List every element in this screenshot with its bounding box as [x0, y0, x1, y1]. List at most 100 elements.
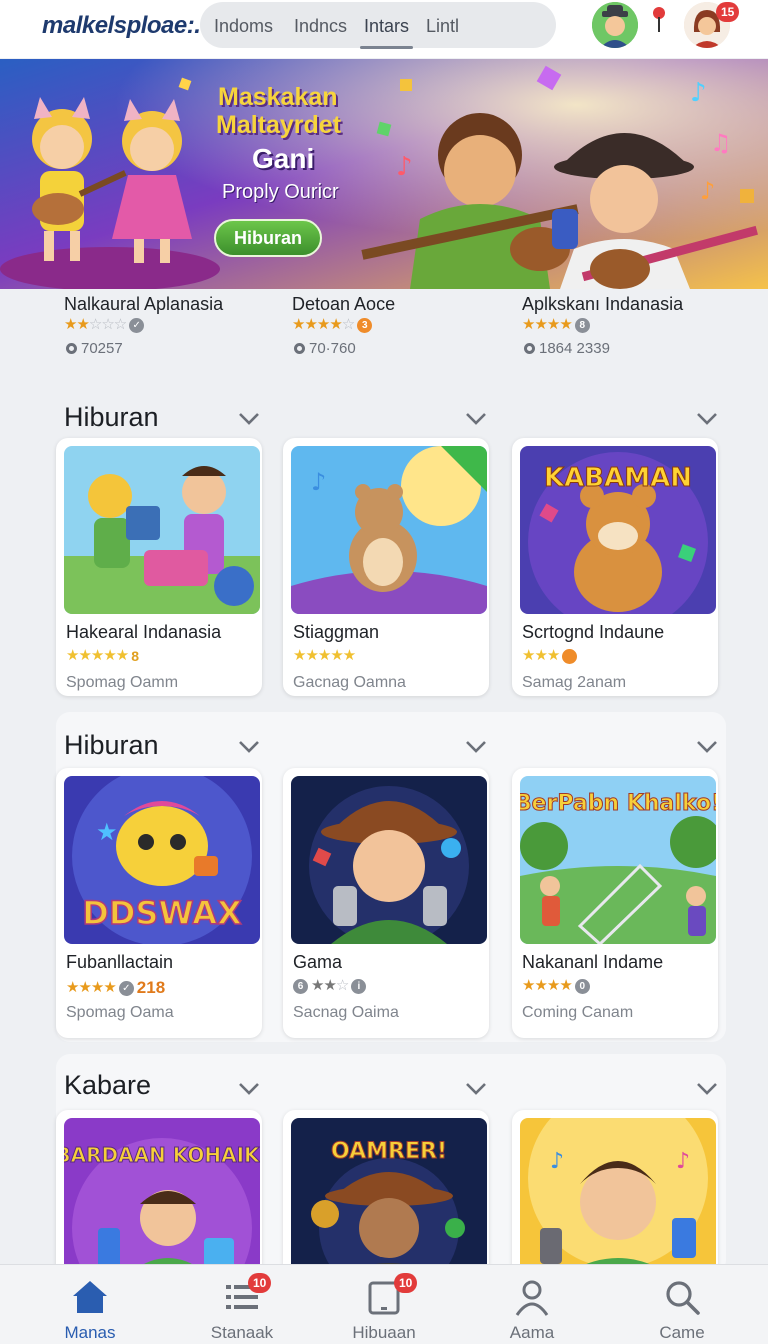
bottom-tab-bar: Manas 10 Stanaak 10 Hibuaan Aama Came — [0, 1264, 768, 1344]
coin-icon: 8 — [574, 317, 590, 333]
app-thumbnail: BerPabn Khalko! — [520, 776, 716, 944]
nav-tabs: Indoms Indncs Intars Lintl — [200, 2, 710, 49]
app-rating: ★★★ — [522, 648, 578, 664]
app-category: Sacnag Oaima — [293, 1004, 399, 1021]
star-rating: ★★★★ — [522, 977, 573, 994]
section-title: Hiburan — [64, 402, 159, 432]
featured-app-name: Aplkskanı Indanasia — [522, 294, 684, 314]
featured-app-rating: ★★★★ 8 — [522, 317, 590, 333]
thumbnail-art-text: KABAMAN — [544, 463, 692, 493]
app-name: Stiaggman — [293, 622, 380, 642]
hero-banner[interactable]: ♪ ♫ ♪ ♪ Maskakan Maltayrdet Gani Proply … — [0, 59, 768, 289]
svg-text:♪: ♪ — [550, 1149, 564, 1174]
featured-app-count: 70257 — [66, 340, 123, 357]
svg-text:♫: ♫ — [710, 129, 732, 157]
app-rating: ★★★★★ — [293, 647, 356, 664]
svg-text:♪: ♪ — [311, 468, 326, 496]
chevron-down-icon[interactable] — [238, 1082, 260, 1096]
thumbnail-art-text: BerPabn Khalko! — [520, 791, 716, 816]
top-navigation-bar: malkelsploae:. Indoms Indncs Intars Lint… — [0, 0, 768, 58]
app-card[interactable]: ★ DDSWAX Fubanllactain ★★★★ ✓ 218 Spomag… — [56, 768, 262, 1038]
app-rating: 6 ★★☆ i — [293, 977, 367, 994]
section-hiburan: Hiburan Hakearal Indanasia ★★★★★ 8 Spoma… — [56, 382, 726, 702]
search-icon — [666, 1281, 700, 1315]
star-rating: ★★★★★ — [293, 647, 356, 664]
chevron-down-icon[interactable] — [696, 1082, 718, 1096]
tab-badge: 10 — [248, 1273, 272, 1293]
app-rating: ★★★★ 0 — [522, 978, 590, 994]
featured-app-name: Detoan Aoce — [292, 294, 396, 314]
app-rating: ★★★★ ✓ 218 — [66, 978, 166, 997]
hero-illustration: ♪ ♫ ♪ ♪ — [0, 59, 768, 289]
notification-pin-icon[interactable] — [652, 6, 666, 34]
star-rating: ★★☆ — [311, 977, 349, 994]
tab-stanaak[interactable]: 10 Stanaak — [172, 1265, 312, 1344]
app-card[interactable]: BerPabn Khalko! Nakananl Indame ★★★★ 0 C… — [512, 768, 718, 1038]
svg-text:♪: ♪ — [396, 152, 413, 182]
app-thumbnail: ★ DDSWAX — [64, 776, 260, 944]
app-category: Samag 2anam — [522, 674, 627, 691]
chevron-down-icon[interactable] — [238, 740, 260, 754]
star-rating: ★★★★☆ — [292, 316, 355, 333]
coin-icon: 3 — [357, 317, 373, 333]
tab-indncs[interactable]: Indncs — [294, 16, 347, 37]
app-card[interactable]: Gama 6 ★★☆ i Sacnag Oaima — [283, 768, 489, 1038]
chevron-down-icon[interactable] — [465, 1082, 487, 1096]
app-name: Scrtognd Indaune — [522, 622, 665, 642]
app-category: Spomag Oamm — [66, 674, 179, 691]
app-name: Nakananl Indame — [522, 952, 664, 972]
tab-manas[interactable]: Manas — [20, 1265, 160, 1344]
tab-intars[interactable]: Intars — [359, 16, 414, 49]
tab-lintl[interactable]: Lintl — [426, 16, 459, 37]
coin-icon: i — [351, 978, 367, 994]
svg-text:★: ★ — [96, 818, 118, 846]
app-card[interactable]: OAMRER! — [283, 1110, 489, 1274]
section-title: Hiburan — [64, 730, 159, 760]
hero-hiburan-button[interactable]: Hiburan — [214, 219, 322, 257]
profile-badge: 15 — [716, 2, 740, 22]
tab-came[interactable]: Came — [612, 1265, 752, 1344]
tab-hibuaan[interactable]: 10 Hibuaan — [314, 1265, 454, 1344]
app-thumbnail: KABAMAN — [520, 446, 716, 614]
avatar-user[interactable] — [592, 2, 638, 48]
app-category: Coming Canam — [522, 1004, 634, 1021]
thumbnail-art-text: DDSWAX — [82, 894, 242, 932]
chevron-down-icon[interactable] — [696, 740, 718, 754]
chevron-down-icon[interactable] — [238, 412, 260, 426]
coin-icon: 6 — [293, 978, 308, 994]
section-hiburan-2: Hiburan ★ DDSWAX Fubanllactain ★★★★ ✓ 21… — [56, 712, 726, 1042]
app-thumbnail: ♪ ♪ — [520, 1118, 716, 1274]
featured-app-rating: ★★★★☆ 3 — [292, 316, 373, 333]
hero-tagline: Proply Ouricr — [222, 181, 339, 203]
featured-app-count: 1864 2339 — [524, 340, 610, 357]
tab-indoms[interactable]: Indoms — [214, 16, 273, 37]
chevron-down-icon[interactable] — [696, 412, 718, 426]
app-card[interactable]: KABAMAN Scrtognd Indaune ★★★ Samag 2anam — [512, 438, 718, 696]
star-rating: ★★★★★ — [66, 647, 129, 664]
section-title: Kabare — [64, 1070, 152, 1100]
app-thumbnail: BARDAAN KOHAIK! — [64, 1118, 260, 1274]
hero-subtitle: Gani — [252, 143, 315, 174]
app-card[interactable]: ♪ ♪ — [512, 1110, 718, 1274]
coin-icon — [562, 648, 578, 664]
app-thumbnail: OAMRER! — [291, 1118, 487, 1274]
app-category: Gacnag Oamna — [293, 674, 406, 691]
tab-aama[interactable]: Aama — [462, 1265, 602, 1344]
app-card[interactable]: Hakearal Indanasia ★★★★★ 8 Spomag Oamm — [56, 438, 262, 696]
star-rating: ★★★★ — [522, 316, 573, 333]
hero-title-line1: Maskakan — [218, 83, 338, 111]
svg-text:♪: ♪ — [690, 78, 707, 108]
marketplace-logo[interactable]: malkelsploae:. — [42, 12, 201, 40]
chevron-down-icon[interactable] — [465, 740, 487, 754]
home-icon — [73, 1281, 107, 1313]
tab-badge: 10 — [394, 1273, 418, 1293]
chevron-down-icon[interactable] — [465, 412, 487, 426]
app-card[interactable]: BARDAAN KOHAIK! — [56, 1110, 262, 1274]
person-icon — [515, 1280, 549, 1316]
app-card[interactable]: ♪ Stiaggman ★★★★★ Gacnag Oamna — [283, 438, 489, 696]
coin-icon: ✓ — [129, 317, 145, 333]
featured-app-name: Nalkaural Aplanasia — [64, 294, 224, 314]
coin-icon: ✓ — [118, 980, 134, 996]
thumbnail-art-text: OAMRER! — [331, 1139, 447, 1164]
app-category: Spomag Oama — [66, 1004, 174, 1021]
